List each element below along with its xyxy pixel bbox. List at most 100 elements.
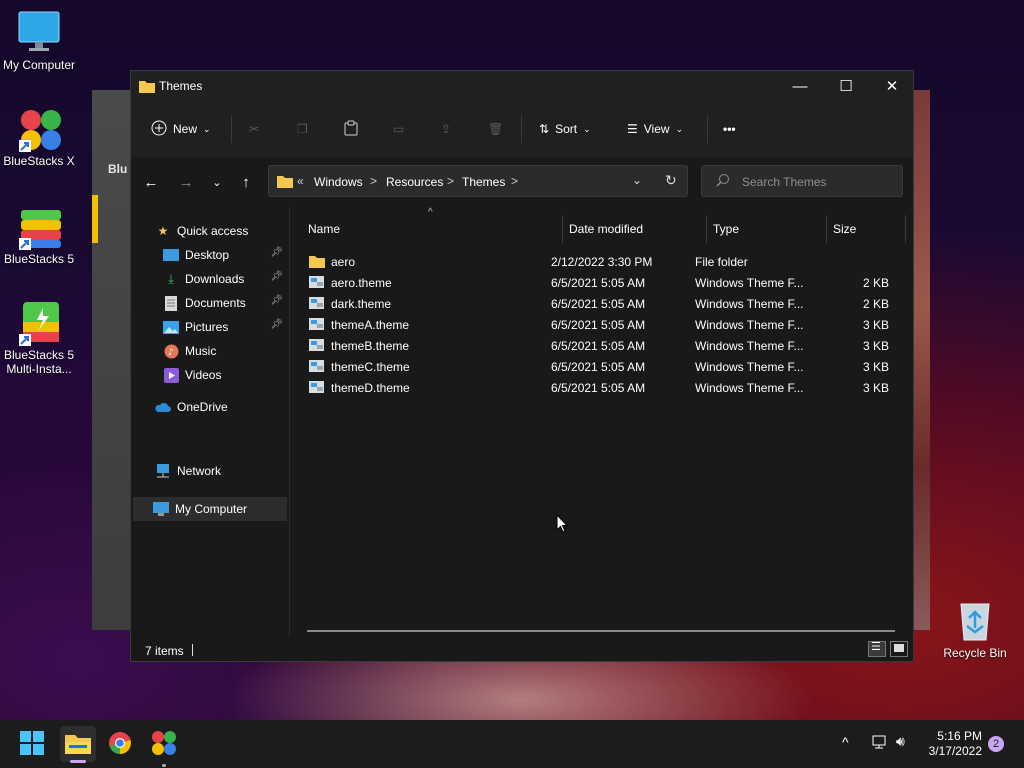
sort-button[interactable]: ⇅ Sort ⌄ (539, 119, 591, 139)
file-row[interactable]: aero.theme 6/5/2021 5:05 AM Windows Theme … (299, 272, 899, 293)
bluestacks-x-icon (151, 730, 177, 759)
sidebar-item-quick-access[interactable]: ★ Quick access (155, 219, 309, 243)
pin-icon[interactable]: 📌︎ (270, 247, 283, 258)
sidebar-item-onedrive[interactable]: OneDrive (155, 395, 309, 419)
horizontal-scrollbar[interactable] (307, 630, 895, 632)
details-view-button[interactable]: ☰ (868, 641, 886, 657)
volume-icon[interactable]: 🔊︎ (896, 733, 905, 750)
taskbar-file-explorer[interactable] (60, 726, 96, 763)
breadcrumb-separator[interactable]: > (370, 174, 377, 188)
share-button[interactable]: ⇪ (441, 119, 451, 139)
taskbar-bluestacks-x[interactable] (148, 728, 180, 767)
sidebar-item-desktop[interactable]: Desktop 📌︎ (163, 243, 287, 267)
search-box[interactable]: Search Themes (701, 165, 903, 197)
show-hidden-icons-button[interactable]: ^ (842, 734, 849, 750)
toolbar-divider (707, 115, 708, 143)
large-icons-view-button[interactable] (890, 641, 908, 657)
sidebar-item-pictures[interactable]: Pictures 📌︎ (163, 315, 287, 339)
breadcrumb-separator[interactable]: > (511, 174, 518, 188)
scissors-icon: ✂ (249, 122, 260, 136)
file-type: Windows Theme F... (695, 276, 804, 290)
address-bar[interactable]: « Windows > Resources > Themes > ⌄ ↻ (268, 165, 688, 197)
taskbar-chrome[interactable] (104, 728, 136, 760)
column-divider[interactable] (706, 215, 707, 243)
file-type: Windows Theme F... (695, 339, 804, 353)
network-icon (155, 463, 171, 479)
svg-text:♪: ♪ (168, 348, 174, 358)
desktop-icon-bluestacks-5[interactable]: BlueStacks 5 (0, 204, 81, 266)
file-row[interactable]: themeD.theme 6/5/2021 5:05 AM Windows Them… (299, 377, 899, 398)
close-button[interactable]: ✕ (869, 71, 915, 101)
copy-button[interactable]: ❐ (297, 119, 308, 139)
breadcrumb-resources[interactable]: Resources (386, 175, 443, 189)
column-header-name[interactable]: Name (308, 215, 340, 243)
file-date: 6/5/2021 5:05 AM (551, 318, 646, 332)
sidebar-item-documents[interactable]: Documents 📌︎ (163, 291, 287, 315)
pin-icon[interactable]: 📌︎ (270, 319, 283, 330)
desktop-icon-bluestacks-multi-instance[interactable]: BlueStacks 5 Multi-Insta... (0, 300, 81, 376)
file-row[interactable]: themeA.theme 6/5/2021 5:05 AM Windows Them… (299, 314, 899, 335)
file-name: aero.theme (331, 276, 392, 290)
column-header-size[interactable]: Size (833, 215, 856, 243)
sidebar-item-label: Documents (185, 296, 246, 310)
column-divider[interactable] (562, 215, 563, 243)
pane-splitter[interactable] (289, 207, 290, 637)
clock-date: 3/17/2022 (928, 744, 982, 758)
file-row[interactable]: aero 2/12/2022 3:30 PM File folder (299, 251, 899, 272)
title-bar[interactable]: Themes — ☐ ✕ (131, 71, 913, 101)
maximize-icon: ☐ (839, 78, 853, 95)
new-button[interactable]: New ⌄ (151, 119, 211, 139)
pin-icon[interactable]: 📌︎ (270, 295, 283, 306)
arrow-right-icon: → (178, 173, 194, 191)
maximize-button[interactable]: ☐ (823, 71, 869, 101)
sidebar-item-network[interactable]: Network (155, 459, 309, 483)
refresh-icon[interactable]: ↻ (665, 172, 677, 189)
start-button[interactable] (16, 728, 48, 760)
star-icon: ★ (157, 224, 169, 238)
column-header-type[interactable]: Type (713, 215, 739, 243)
back-button[interactable]: ← (139, 171, 163, 193)
file-name: dark.theme (331, 297, 392, 311)
status-divider (192, 644, 193, 656)
background-app-text: Blu (108, 162, 128, 176)
breadcrumb-separator[interactable]: > (447, 174, 454, 188)
view-button[interactable]: ☰ View ⌄ (627, 119, 683, 139)
desktop-icon-my-computer[interactable]: My Computer (0, 10, 81, 72)
more-options-button[interactable]: ••• (723, 119, 736, 139)
address-dropdown-icon[interactable]: ⌄ (632, 173, 642, 187)
start-icon (20, 730, 44, 758)
minimize-button[interactable]: — (777, 71, 823, 101)
recent-locations-button[interactable]: ⌄ (205, 171, 229, 193)
paste-button[interactable] (343, 119, 359, 139)
column-header-date[interactable]: Date modified (569, 215, 643, 243)
sidebar-item-music[interactable]: ♪ Music (163, 339, 287, 363)
arrow-left-icon: ← (143, 173, 159, 191)
desktop-icon-bluestacks-x[interactable]: BlueStacks X (0, 106, 81, 168)
breadcrumb-themes[interactable]: Themes (462, 175, 505, 189)
file-row[interactable]: dark.theme 6/5/2021 5:05 AM Windows Theme … (299, 293, 899, 314)
column-divider[interactable] (826, 215, 827, 243)
cut-button[interactable]: ✂ (249, 119, 259, 139)
file-row[interactable]: themeC.theme 6/5/2021 5:05 AM Windows Them… (299, 356, 899, 377)
clock[interactable]: 5:16 PM 3/17/2022 (918, 729, 982, 759)
folder-icon (309, 254, 325, 271)
up-button[interactable]: ↑ (234, 171, 258, 193)
large-icons-view-icon (894, 644, 904, 652)
active-indicator (70, 760, 86, 763)
notification-badge[interactable]: 2 (988, 736, 1004, 752)
breadcrumb-overflow[interactable]: « (297, 174, 304, 188)
breadcrumb-windows[interactable]: Windows (314, 175, 363, 189)
column-divider[interactable] (905, 215, 906, 243)
rename-button[interactable]: ▭ (393, 119, 404, 139)
desktop-icon-recycle-bin[interactable]: Recycle Bin (933, 598, 1017, 660)
delete-button[interactable]: 🗑 (488, 119, 503, 139)
pin-icon[interactable]: 📌︎ (270, 271, 283, 282)
sidebar-item-videos[interactable]: Videos (163, 363, 287, 387)
sidebar-item-downloads[interactable]: ⤓ Downloads 📌︎ (163, 267, 287, 291)
network-status-icon[interactable] (872, 734, 888, 753)
file-size: 2 KB (862, 297, 889, 311)
file-row[interactable]: themeB.theme 6/5/2021 5:05 AM Windows Them… (299, 335, 899, 356)
forward-button[interactable]: → (174, 171, 198, 193)
sidebar-item-my-computer[interactable]: My Computer (133, 497, 287, 521)
window-title: Themes (159, 79, 203, 93)
